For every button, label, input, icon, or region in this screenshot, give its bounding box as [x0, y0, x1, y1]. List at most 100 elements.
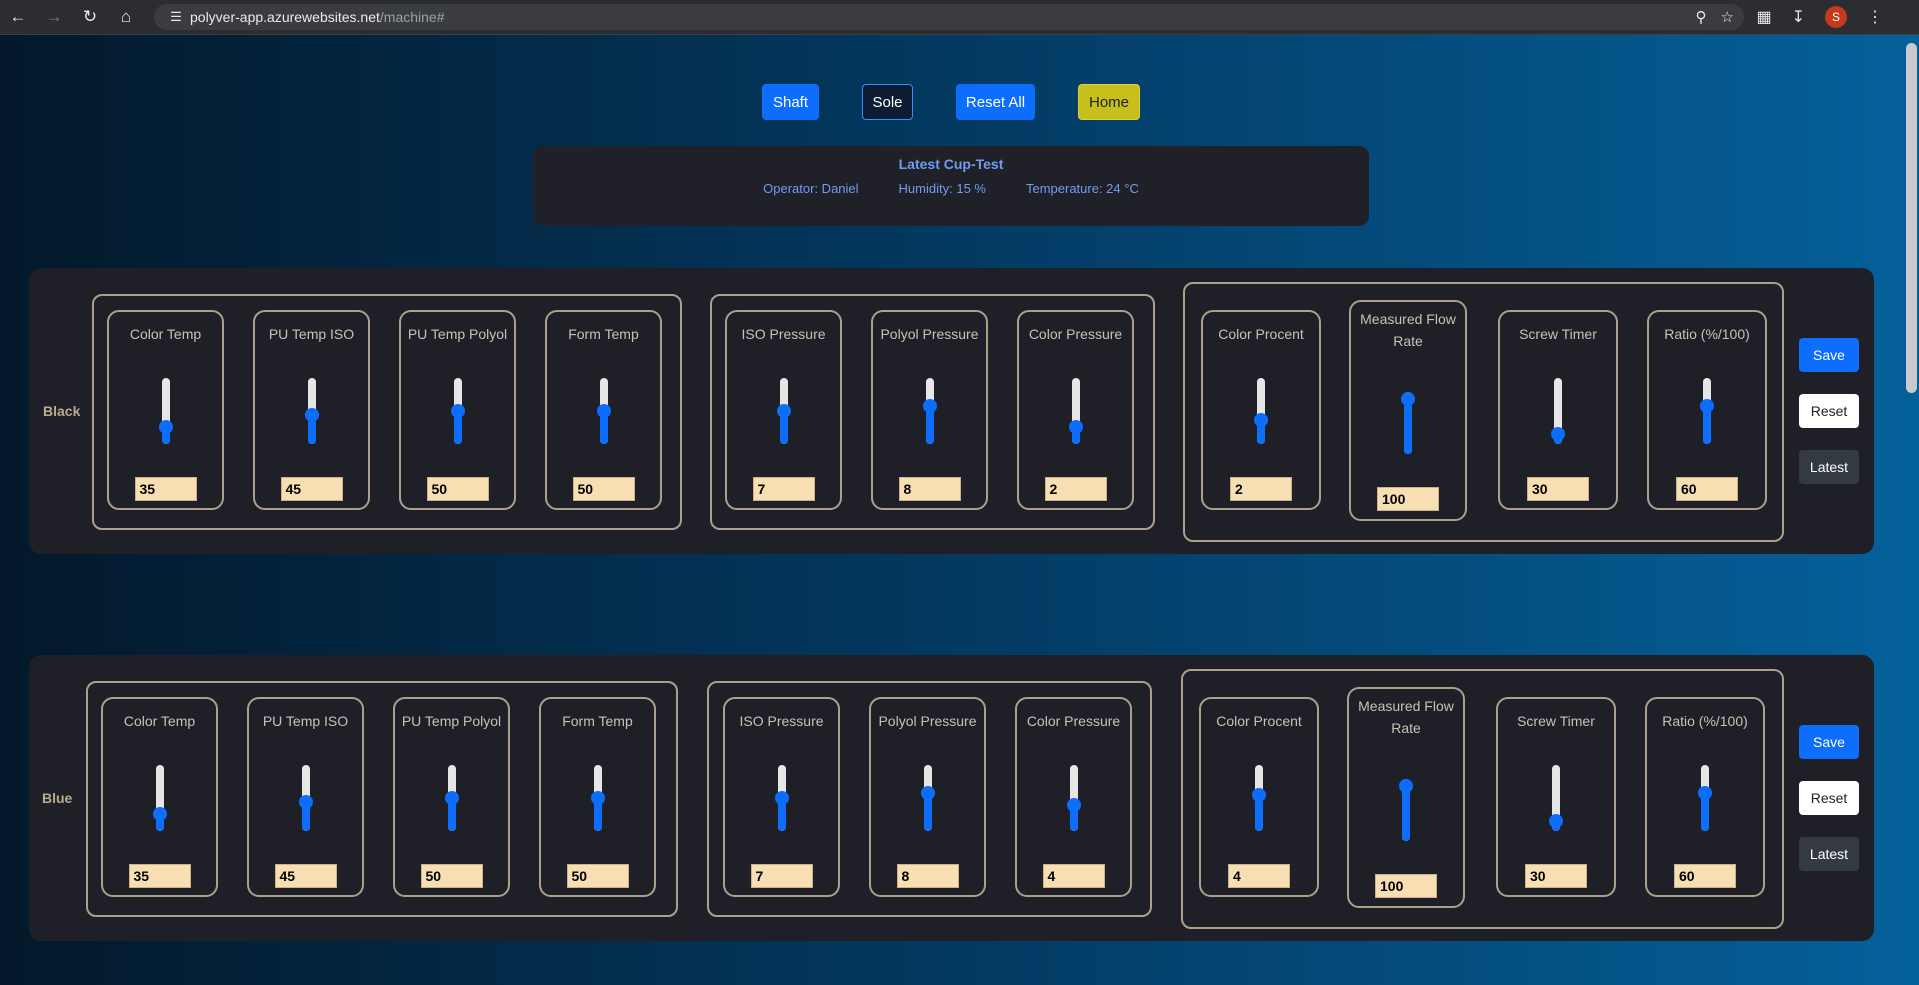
slider-thumb[interactable]: [1254, 413, 1268, 427]
home-button[interactable]: Home: [1078, 84, 1140, 120]
vertical-slider[interactable]: [776, 378, 791, 444]
vertical-slider[interactable]: [774, 765, 789, 831]
url-host: polyver-app.azurewebsites.net: [190, 9, 380, 25]
value-input[interactable]: 100: [1375, 874, 1437, 898]
value-input[interactable]: 30: [1525, 864, 1587, 888]
value-input[interactable]: 2: [1044, 477, 1107, 501]
vertical-slider[interactable]: [596, 378, 611, 444]
save-button[interactable]: Save: [1799, 338, 1859, 372]
vertical-slider[interactable]: [152, 765, 167, 831]
value-input[interactable]: 30: [1527, 477, 1589, 501]
value-input[interactable]: 8: [896, 864, 959, 888]
control-pu-temp-iso: PU Temp ISO 45: [247, 697, 364, 897]
control-screw-timer: Screw Timer 30: [1496, 697, 1616, 897]
slider-thumb[interactable]: [152, 807, 167, 821]
download-icon[interactable]: ↧: [1792, 7, 1805, 27]
value-input[interactable]: 4: [1228, 864, 1290, 888]
value-input[interactable]: 35: [128, 864, 191, 888]
back-icon[interactable]: ←: [0, 0, 36, 34]
value-input[interactable]: 100: [1377, 487, 1439, 511]
vertical-slider[interactable]: [1066, 765, 1081, 831]
value-input[interactable]: 7: [752, 477, 815, 501]
value-input[interactable]: 2: [1230, 477, 1292, 501]
slider-thumb[interactable]: [1700, 399, 1714, 413]
reload-icon[interactable]: ↻: [72, 0, 108, 34]
slider-thumb[interactable]: [920, 786, 935, 800]
vertical-slider[interactable]: [1700, 378, 1714, 444]
extensions-icon[interactable]: ▦: [1756, 7, 1771, 27]
save-button[interactable]: Save: [1799, 725, 1859, 759]
control-label: Polyol Pressure: [878, 713, 977, 729]
value-input[interactable]: 50: [566, 864, 629, 888]
control-color-procent: Color Procent 2: [1201, 310, 1321, 510]
value-input[interactable]: 50: [420, 864, 483, 888]
value-input[interactable]: 35: [134, 477, 197, 501]
vertical-slider[interactable]: [1698, 765, 1712, 831]
slider-thumb[interactable]: [774, 791, 789, 805]
address-bar[interactable]: ☰ polyver-app.azurewebsites.net/machine#…: [154, 4, 1744, 30]
value-input[interactable]: 4: [1042, 864, 1105, 888]
forward-icon[interactable]: →: [36, 0, 72, 34]
slider-thumb[interactable]: [1399, 779, 1413, 793]
profile-avatar[interactable]: S: [1825, 6, 1847, 28]
slider-thumb[interactable]: [776, 404, 791, 418]
slider-thumb[interactable]: [304, 408, 319, 422]
menu-kebab-icon[interactable]: ⋮: [1867, 7, 1883, 27]
slider-thumb[interactable]: [1068, 420, 1083, 434]
vertical-slider[interactable]: [158, 378, 173, 444]
latest-button[interactable]: Latest: [1799, 450, 1859, 484]
control-color-pressure: Color Pressure 4: [1015, 697, 1132, 897]
slider-thumb[interactable]: [1401, 392, 1415, 406]
cup-test-operator: Operator: Daniel: [763, 181, 859, 196]
vertical-slider[interactable]: [1254, 378, 1268, 444]
value-input[interactable]: 50: [572, 477, 635, 501]
slider-thumb[interactable]: [590, 791, 605, 805]
vertical-slider[interactable]: [1068, 378, 1083, 444]
shaft-button[interactable]: Shaft: [762, 84, 819, 120]
slider-thumb[interactable]: [450, 404, 465, 418]
value-input[interactable]: 8: [898, 477, 961, 501]
vertical-slider[interactable]: [1252, 765, 1266, 831]
vertical-slider[interactable]: [590, 765, 605, 831]
vertical-slider[interactable]: [304, 378, 319, 444]
reset-all-button[interactable]: Reset All: [956, 84, 1035, 120]
vertical-slider[interactable]: [1551, 378, 1565, 444]
value-input[interactable]: 45: [280, 477, 343, 501]
zoom-icon[interactable]: ⚲: [1696, 8, 1707, 26]
value-input[interactable]: 60: [1676, 477, 1738, 501]
sole-button[interactable]: Sole: [862, 84, 913, 120]
reset-button[interactable]: Reset: [1799, 394, 1859, 428]
slider-thumb[interactable]: [922, 399, 937, 413]
vertical-slider[interactable]: [1399, 779, 1413, 841]
slider-thumb[interactable]: [1549, 814, 1563, 828]
vertical-slider[interactable]: [922, 378, 937, 444]
vertical-slider[interactable]: [450, 378, 465, 444]
slider-thumb[interactable]: [1698, 786, 1712, 800]
value-input[interactable]: 60: [1674, 864, 1736, 888]
url-text[interactable]: polyver-app.azurewebsites.net/machine#: [190, 9, 444, 25]
slider-thumb[interactable]: [444, 791, 459, 805]
slider-thumb[interactable]: [298, 795, 313, 809]
panel-black: Black Color Temp 35 PU Temp ISO 45 PU Temp Po…: [29, 268, 1874, 554]
slider-thumb[interactable]: [158, 420, 173, 434]
site-info-icon[interactable]: ☰: [162, 9, 190, 25]
value-input[interactable]: 7: [750, 864, 813, 888]
latest-button[interactable]: Latest: [1799, 837, 1859, 871]
vertical-slider[interactable]: [1549, 765, 1563, 831]
value-input[interactable]: 45: [274, 864, 337, 888]
page-scrollbar[interactable]: [1904, 35, 1919, 985]
slider-thumb[interactable]: [1551, 427, 1565, 441]
control-color-temp: Color Temp 35: [101, 697, 218, 897]
slider-thumb[interactable]: [1066, 798, 1081, 812]
home-icon[interactable]: ⌂: [108, 0, 144, 34]
control-polyol-pressure: Polyol Pressure 8: [869, 697, 986, 897]
reset-button[interactable]: Reset: [1799, 781, 1859, 815]
value-input[interactable]: 50: [426, 477, 489, 501]
slider-thumb[interactable]: [596, 404, 611, 418]
bookmark-star-icon[interactable]: ☆: [1721, 8, 1734, 26]
vertical-slider[interactable]: [444, 765, 459, 831]
vertical-slider[interactable]: [298, 765, 313, 831]
vertical-slider[interactable]: [1401, 392, 1415, 454]
slider-thumb[interactable]: [1252, 788, 1266, 802]
vertical-slider[interactable]: [920, 765, 935, 831]
